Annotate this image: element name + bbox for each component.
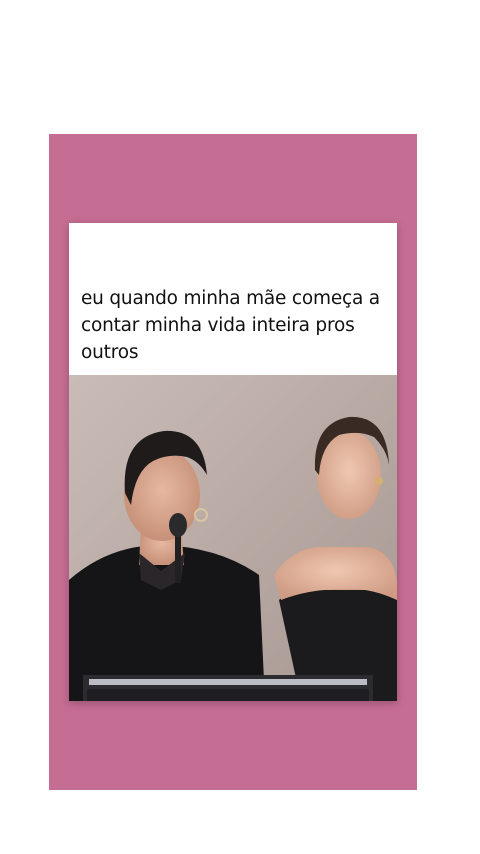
story-card[interactable]: eu quando minha mãe começa a contar minh… <box>49 134 417 790</box>
meme-caption: eu quando minha mãe começa a contar minh… <box>81 288 380 363</box>
podium <box>83 675 373 701</box>
video-still-icon <box>69 375 397 701</box>
meme-post: eu quando minha mãe começa a contar minh… <box>69 223 397 701</box>
caption-box: eu quando minha mãe começa a contar minh… <box>69 223 397 375</box>
story-screen: eu quando minha mãe começa a contar minh… <box>0 0 480 854</box>
video-still[interactable] <box>69 375 397 701</box>
